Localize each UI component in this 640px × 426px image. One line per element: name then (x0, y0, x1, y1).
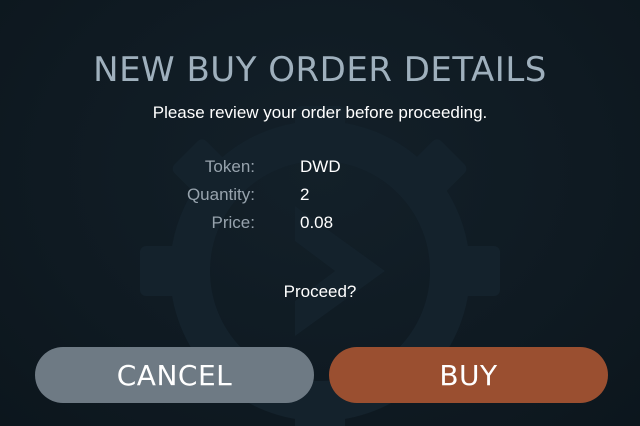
dialog-title: NEW BUY ORDER DETAILS (93, 50, 547, 90)
quantity-value: 2 (300, 185, 310, 204)
price-value: 0.08 (300, 213, 334, 232)
quantity-label: Quantity: (186, 185, 255, 204)
proceed-prompt: Proceed? (283, 282, 357, 301)
detail-row-price: Price: 0.08 (160, 209, 480, 237)
cancel-button[interactable]: CANCEL (35, 347, 314, 403)
detail-row-token: Token: DWD (160, 153, 480, 181)
buy-order-dialog: NEW BUY ORDER DETAILS Please review your… (0, 0, 640, 426)
dialog-subtitle: Please review your order before proceedi… (152, 103, 488, 122)
detail-row-quantity: Quantity: 2 (160, 181, 480, 209)
token-label: Token: (204, 157, 255, 176)
buy-button[interactable]: BUY (329, 347, 608, 403)
token-value: DWD (300, 157, 341, 176)
price-label: Price: (211, 213, 255, 232)
order-details: Token: DWD Quantity: 2 Price: 0.08 (160, 153, 480, 237)
